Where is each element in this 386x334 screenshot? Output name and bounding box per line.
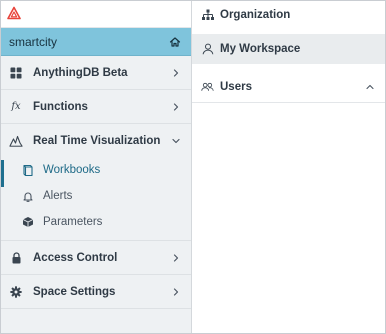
sidebar-item-realtime-visualization[interactable]: Real Time Visualization <box>1 124 191 157</box>
panel-item-organization[interactable]: Organization <box>192 1 385 29</box>
chart-peaks-icon <box>9 134 23 148</box>
space-selector[interactable]: smartcity <box>1 28 191 56</box>
person-icon <box>201 43 214 56</box>
chevron-up-icon[interactable] <box>365 82 375 92</box>
sidebar-item-space-settings[interactable]: Space Settings <box>1 275 191 309</box>
panel-item-label: Organization <box>220 9 291 21</box>
chevron-right-icon <box>171 102 181 112</box>
fx-icon: fx <box>11 101 21 112</box>
sidebar-subitem-alerts[interactable]: Alerts <box>1 183 191 209</box>
cube-icon <box>21 216 34 229</box>
chevron-right-icon <box>171 68 181 78</box>
space-name: smartcity <box>9 34 57 49</box>
sidebar-subitem-label: Parameters <box>43 216 103 228</box>
sidebar: smartcity AnythingDB Beta fx Functions R… <box>1 1 192 333</box>
gear-icon <box>9 285 23 299</box>
triangle-logo-icon[interactable] <box>7 6 21 20</box>
sidebar-item-label: Functions <box>33 100 88 113</box>
sidebar-item-label: Access Control <box>33 251 118 264</box>
logo-bar <box>1 1 191 28</box>
panel-item-users[interactable]: Users <box>192 72 385 103</box>
sidebar-item-label: Real Time Visualization <box>33 134 161 147</box>
sidebar-item-functions[interactable]: fx Functions <box>1 90 191 124</box>
panel-item-my-workspace[interactable]: My Workspace <box>192 34 385 64</box>
org-tree-icon <box>201 9 214 22</box>
panel-item-label: Users <box>220 81 252 93</box>
users-icon <box>201 81 214 94</box>
sidebar-subitem-label: Alerts <box>43 190 73 202</box>
sidebar-item-anythingdb[interactable]: AnythingDB Beta <box>1 56 191 90</box>
lock-icon <box>9 251 23 265</box>
sidebar-item-label: Space Settings <box>33 285 116 298</box>
chevron-right-icon <box>171 253 181 263</box>
workspace-panel: Organization My Workspace Users <box>192 1 385 333</box>
sidebar-item-label: AnythingDB Beta <box>33 66 128 79</box>
chevron-down-icon <box>171 136 181 146</box>
sidebar-subitem-workbooks[interactable]: Workbooks <box>1 157 191 183</box>
active-indicator <box>1 160 4 187</box>
panel-item-label: My Workspace <box>220 43 301 55</box>
sidebar-item-access-control[interactable]: Access Control <box>1 241 191 275</box>
home-icon[interactable] <box>169 36 181 48</box>
app-window: smartcity AnythingDB Beta fx Functions R… <box>0 0 386 334</box>
sidebar-subitem-parameters[interactable]: Parameters <box>1 209 191 235</box>
realtime-subnav: Workbooks Alerts Parameters <box>1 157 191 241</box>
grid-icon <box>9 66 23 80</box>
sidebar-subitem-label: Workbooks <box>43 164 101 176</box>
chevron-right-icon <box>171 287 181 297</box>
bell-icon <box>21 190 34 203</box>
book-icon <box>21 164 34 177</box>
